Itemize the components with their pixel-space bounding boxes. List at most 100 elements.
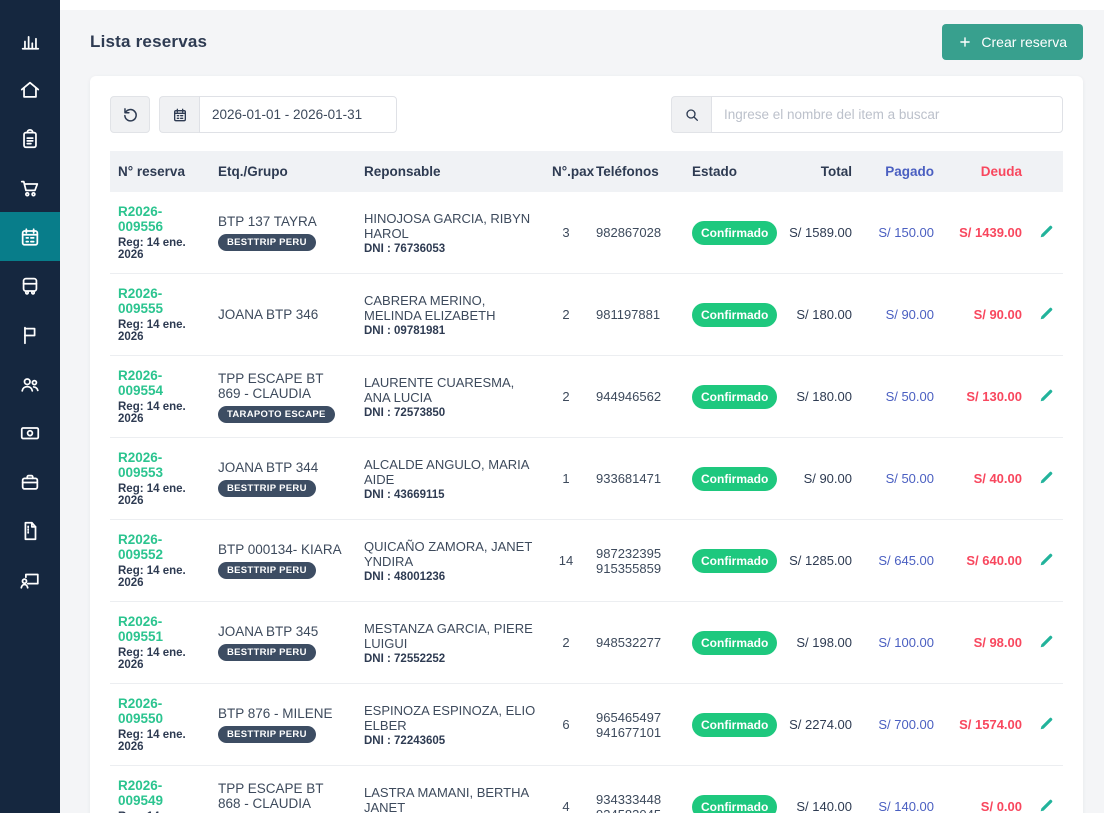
sidebar-item-clipboard[interactable] [0,114,60,163]
sidebar-item-calendar[interactable] [0,212,60,261]
debt-amount: S/ 130.00 [942,356,1030,438]
total-amount: S/ 90.00 [776,438,860,520]
pencil-icon [1038,223,1055,240]
calendar-icon [172,107,188,123]
search-icon [684,107,700,123]
pax-count: 1 [544,438,588,520]
edit-reservation-button[interactable] [1038,223,1055,243]
phone-numbers: 944946562 [588,356,684,438]
reset-filters-button[interactable] [110,96,150,133]
registration-date: Reg: 14 ene. 2026 [118,565,202,589]
table-row: R2026-009550 Reg: 14 ene. 2026 BTP 876 -… [110,684,1063,766]
debt-amount: S/ 1439.00 [942,192,1030,274]
total-amount: S/ 1589.00 [776,192,860,274]
debt-amount: S/ 0.00 [942,766,1030,813]
group-name: JOANA BTP 346 [218,307,348,322]
table-row: R2026-009553 Reg: 14 ene. 2026 JOANA BTP… [110,438,1063,520]
calendar-icon [19,226,41,248]
sidebar-item-money[interactable] [0,408,60,457]
responsible-dni: DNI : 72552252 [364,653,536,665]
column-header: Reponsable [356,151,544,192]
edit-reservation-button[interactable] [1038,387,1055,407]
sidebar-item-home[interactable] [0,65,60,114]
total-amount: S/ 180.00 [776,356,860,438]
search-input[interactable] [711,96,1063,133]
edit-reservation-button[interactable] [1038,469,1055,489]
reservation-code-link[interactable]: R2026-009554 [118,368,202,398]
create-reservation-label: Crear reserva [981,34,1067,50]
reservation-code-link[interactable]: R2026-009551 [118,614,202,644]
clipboard-icon [19,128,41,150]
debt-amount: S/ 98.00 [942,602,1030,684]
status-badge: Confirmado [692,713,777,737]
sidebar-item-users[interactable] [0,359,60,408]
registration-date: Reg: 14 ene. 2026 [118,729,202,753]
responsible-name: MESTANZA GARCIA, PIERE LUIGUI [364,621,536,651]
paid-amount: S/ 150.00 [860,192,942,274]
debt-amount: S/ 1574.00 [942,684,1030,766]
column-header [1030,151,1063,192]
agency-tag-badge: BESTTRIP PERU [218,644,316,661]
debt-amount: S/ 40.00 [942,438,1030,520]
pax-count: 14 [544,520,588,602]
status-badge: Confirmado [692,631,777,655]
sidebar-item-cart[interactable] [0,163,60,212]
pax-count: 6 [544,684,588,766]
responsible-dni: DNI : 72243605 [364,735,536,747]
status-badge: Confirmado [692,221,777,245]
sidebar-item-briefcase[interactable] [0,457,60,506]
group-name: BTP 000134- KIARA [218,542,348,557]
edit-reservation-button[interactable] [1038,551,1055,571]
registration-date: Reg: 14 ene. 2026 [118,483,202,507]
table-row: R2026-009549 Reg: 14 ene. 2026 TPP ESCAP… [110,766,1063,813]
edit-reservation-button[interactable] [1038,305,1055,325]
total-amount: S/ 140.00 [776,766,860,813]
registration-date: Reg: 14 ene. 2026 [118,319,202,343]
reservation-code-link[interactable]: R2026-009550 [118,696,202,726]
phone-numbers: 987232395 915355859 [588,520,684,602]
sidebar-item-bar-chart[interactable] [0,16,60,65]
reservation-code-link[interactable]: R2026-009556 [118,204,202,234]
responsible-dni: DNI : 72573850 [364,407,536,419]
column-header: Total [776,151,860,192]
edit-reservation-button[interactable] [1038,797,1055,813]
pax-count: 2 [544,274,588,356]
reservation-code-link[interactable]: R2026-009553 [118,450,202,480]
paid-amount: S/ 90.00 [860,274,942,356]
pencil-icon [1038,797,1055,813]
page-header: Lista reservas Crear reserva [90,24,1083,60]
agency-tag-badge: BESTTRIP PERU [218,562,316,579]
pencil-icon [1038,469,1055,486]
reservation-code-link[interactable]: R2026-009549 [118,778,202,808]
table-row: R2026-009554 Reg: 14 ene. 2026 TPP ESCAP… [110,356,1063,438]
status-badge: Confirmado [692,303,777,327]
pencil-icon [1038,551,1055,568]
debt-amount: S/ 640.00 [942,520,1030,602]
sidebar-item-flag[interactable] [0,310,60,359]
paid-amount: S/ 645.00 [860,520,942,602]
agency-tag-badge: BESTTRIP PERU [218,234,316,251]
table-header-row: N° reservaEtq./GrupoReponsableN°.paxTelé… [110,151,1063,192]
bus-icon [19,275,41,297]
sidebar-item-user-screen[interactable] [0,555,60,604]
table-row: R2026-009551 Reg: 14 ene. 2026 JOANA BTP… [110,602,1063,684]
cart-icon [19,177,41,199]
app-window: Lista reservas Crear reserva [0,0,1104,813]
reservation-code-link[interactable]: R2026-009552 [118,532,202,562]
date-range-input[interactable] [199,96,397,133]
registration-date: Reg: 14 ene. 2026 [118,237,202,261]
status-badge: Confirmado [692,385,777,409]
reservation-code-link[interactable]: R2026-009555 [118,286,202,316]
registration-date: Reg: 14 ene. 2026 [118,647,202,671]
sidebar-item-bus[interactable] [0,261,60,310]
phone-numbers: 934333448 934583045 [588,766,684,813]
reservations-card: N° reservaEtq./GrupoReponsableN°.paxTelé… [90,76,1083,813]
sidebar-item-file[interactable] [0,506,60,555]
edit-reservation-button[interactable] [1038,633,1055,653]
edit-reservation-button[interactable] [1038,715,1055,735]
status-badge: Confirmado [692,795,777,813]
create-reservation-button[interactable]: Crear reserva [942,24,1083,60]
group-name: BTP 876 - MILENE [218,706,348,721]
pencil-icon [1038,387,1055,404]
pencil-icon [1038,633,1055,650]
